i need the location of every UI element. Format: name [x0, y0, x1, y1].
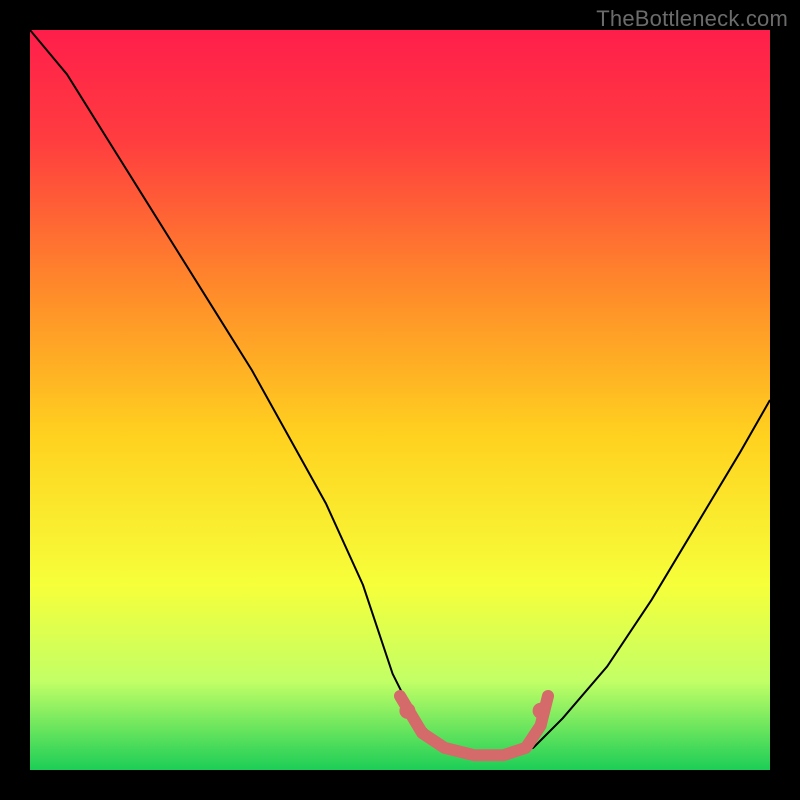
- optimal-range-dot: [399, 703, 415, 719]
- chart-plot-area: [30, 30, 770, 770]
- watermark-text: TheBottleneck.com: [596, 6, 788, 32]
- optimal-range-dot: [533, 703, 549, 719]
- chart-background: [30, 30, 770, 770]
- chart-svg: [30, 30, 770, 770]
